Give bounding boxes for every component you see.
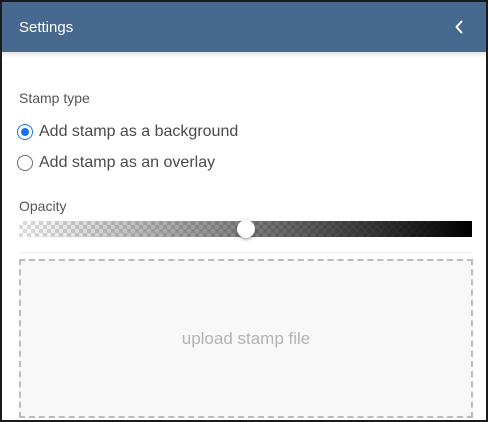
radio-button-unchecked[interactable] bbox=[17, 155, 33, 171]
upload-dropzone[interactable]: upload stamp file bbox=[19, 259, 473, 418]
radio-add-as-background[interactable]: Add stamp as a background bbox=[17, 123, 238, 141]
section-divider bbox=[19, 252, 472, 253]
radio-label-background: Add stamp as a background bbox=[39, 123, 239, 140]
radio-label-overlay: Add stamp as an overlay bbox=[39, 154, 216, 171]
settings-header: Settings bbox=[2, 2, 486, 52]
settings-panel: Settings Stamp type Add stamp as a backg… bbox=[0, 0, 488, 422]
header-title: Settings bbox=[19, 18, 74, 36]
opacity-slider-thumb[interactable] bbox=[236, 220, 255, 238]
upload-dropzone-text: upload stamp file bbox=[181, 328, 311, 348]
header-shadow bbox=[2, 52, 486, 58]
radio-add-as-overlay[interactable]: Add stamp as an overlay bbox=[17, 154, 215, 172]
opacity-label: Opacity bbox=[19, 198, 67, 214]
chevron-left-icon bbox=[455, 20, 463, 34]
radio-button-checked[interactable] bbox=[17, 124, 33, 140]
collapse-button[interactable] bbox=[448, 16, 470, 38]
stamp-type-label: Stamp type bbox=[19, 90, 90, 106]
opacity-slider[interactable] bbox=[19, 220, 472, 238]
